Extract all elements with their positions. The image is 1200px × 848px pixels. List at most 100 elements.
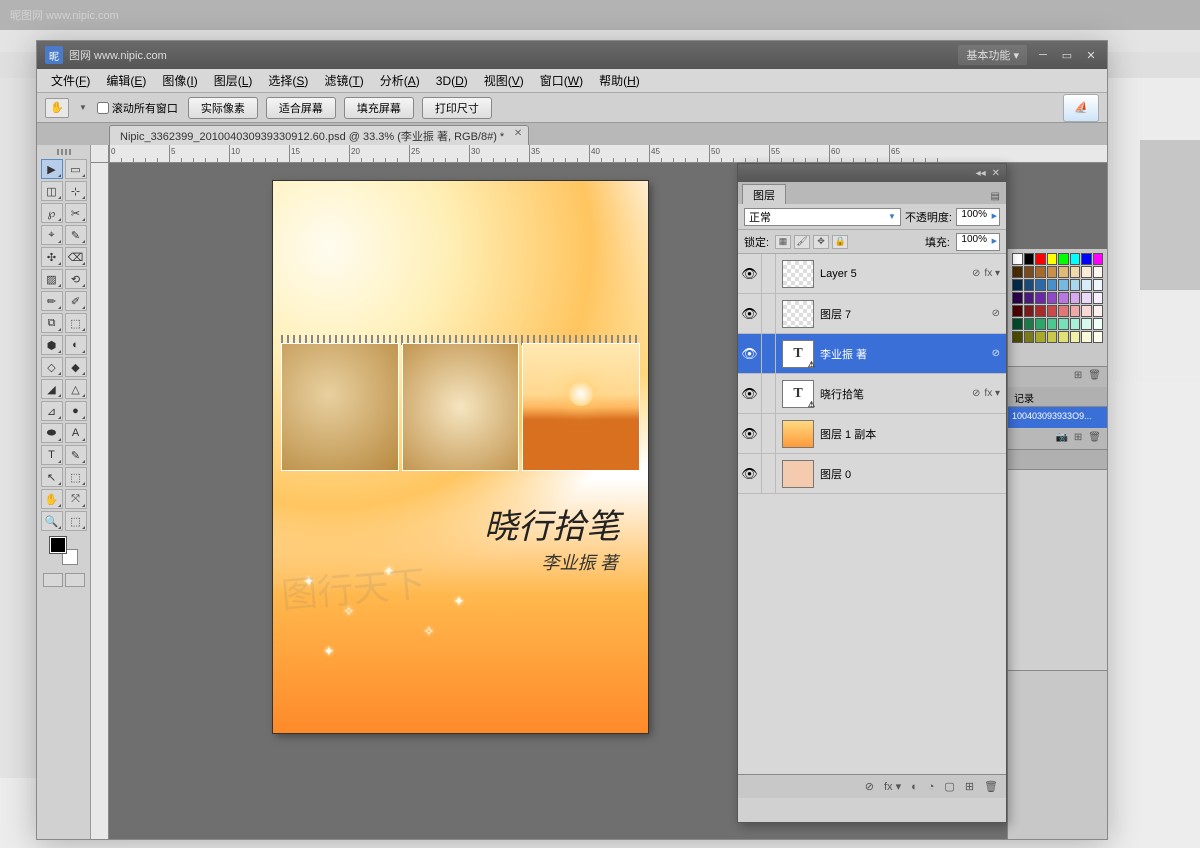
tool-4[interactable]: ℘	[41, 203, 63, 223]
swatch[interactable]	[1058, 266, 1069, 278]
tool-20[interactable]: ◢	[41, 379, 63, 399]
new-layer-icon[interactable]: ⊞	[965, 780, 974, 793]
swatch[interactable]	[1024, 292, 1035, 304]
tool-23[interactable]: ●	[65, 401, 87, 421]
lock-all-icon[interactable]: 🔒	[832, 235, 848, 249]
swatch[interactable]	[1093, 279, 1104, 291]
swatch[interactable]	[1012, 305, 1023, 317]
tool-2[interactable]: ◫	[41, 181, 63, 201]
history-delete-icon[interactable]: 🗑	[1088, 432, 1101, 446]
layer-thumbnail[interactable]	[782, 420, 814, 448]
tool-28[interactable]: ↖	[41, 467, 63, 487]
menu-h[interactable]: 帮助(H)	[591, 70, 648, 91]
swatch[interactable]	[1035, 318, 1046, 330]
swatch[interactable]	[1070, 253, 1081, 265]
layer-thumbnail[interactable]: ⚠	[782, 340, 814, 368]
swatch[interactable]	[1070, 266, 1081, 278]
tool-25[interactable]: A	[65, 423, 87, 443]
foreground-color-swatch[interactable]	[50, 537, 66, 553]
menu-s[interactable]: 选择(S)	[260, 70, 316, 91]
swatch[interactable]	[1093, 253, 1104, 265]
layer-row[interactable]: 👁图层 1 副本	[738, 414, 1006, 454]
option-button-0[interactable]: 实际像素	[188, 97, 258, 119]
tool-18[interactable]: ◇	[41, 357, 63, 377]
option-button-3[interactable]: 打印尺寸	[422, 97, 492, 119]
swatch[interactable]	[1012, 292, 1023, 304]
swatch[interactable]	[1081, 305, 1092, 317]
swatch[interactable]	[1012, 266, 1023, 278]
dropdown-arrow-icon[interactable]: ▼	[79, 103, 87, 112]
swatch[interactable]	[1012, 279, 1023, 291]
tool-24[interactable]: ⬬	[41, 423, 63, 443]
layer-name[interactable]: 图层 7	[820, 306, 992, 322]
layers-tab[interactable]: 图层	[742, 184, 786, 204]
tool-21[interactable]: △	[65, 379, 87, 399]
scroll-all-input[interactable]	[97, 102, 109, 114]
swatch[interactable]	[1058, 292, 1069, 304]
swatch[interactable]	[1058, 253, 1069, 265]
link-column[interactable]	[762, 414, 776, 453]
menu-i[interactable]: 图像(I)	[154, 70, 205, 91]
swatch[interactable]	[1024, 305, 1035, 317]
history-item[interactable]: 100403093933O9...	[1008, 407, 1107, 429]
link-column[interactable]	[762, 254, 776, 293]
swatch[interactable]	[1012, 253, 1023, 265]
layer-thumbnail[interactable]: ⚠	[782, 380, 814, 408]
swatch[interactable]	[1035, 266, 1046, 278]
tool-22[interactable]: ⊿	[41, 401, 63, 421]
swatch[interactable]	[1035, 331, 1046, 343]
history-tab[interactable]: 记录	[1008, 387, 1107, 407]
menu-w[interactable]: 窗口(W)	[532, 70, 591, 91]
fx-icon[interactable]: fx ▾	[984, 388, 1000, 399]
layer-mask-icon[interactable]: ◐	[911, 781, 918, 793]
swatch[interactable]	[1081, 253, 1092, 265]
link-icon[interactable]: ⊘	[992, 348, 1000, 359]
fill-input[interactable]: 100% ▶	[956, 233, 1000, 251]
standard-mode-button[interactable]	[43, 573, 63, 587]
tool-3[interactable]: ⊹	[65, 181, 87, 201]
swatch[interactable]	[1024, 279, 1035, 291]
visibility-icon[interactable]: 👁	[738, 374, 762, 413]
swatch[interactable]	[1047, 318, 1058, 330]
layer-name[interactable]: 李业振 著	[820, 346, 992, 362]
layer-row[interactable]: 👁图层 0	[738, 454, 1006, 494]
swatch[interactable]	[1093, 266, 1104, 278]
tool-32[interactable]: 🔍	[41, 511, 63, 531]
swatch[interactable]	[1093, 305, 1104, 317]
tool-15[interactable]: ⬚	[65, 313, 87, 333]
tool-5[interactable]: ✂	[65, 203, 87, 223]
lock-transparency-icon[interactable]: ▦	[775, 235, 791, 249]
menu-e[interactable]: 编辑(E)	[98, 70, 154, 91]
swatch[interactable]	[1047, 279, 1058, 291]
menu-t[interactable]: 滤镜(T)	[316, 70, 371, 91]
swatch[interactable]	[1070, 279, 1081, 291]
menu-f[interactable]: 文件(F)	[43, 70, 98, 91]
scroll-all-checkbox[interactable]: 滚动所有窗口	[97, 100, 178, 116]
swatch[interactable]	[1024, 318, 1035, 330]
panel-collapse-icon[interactable]: ◂◂	[976, 168, 986, 179]
option-button-1[interactable]: 适合屏幕	[266, 97, 336, 119]
layer-row[interactable]: 👁图层 7⊘	[738, 294, 1006, 334]
panel-titlebar[interactable]: ◂◂ ✕	[738, 164, 1006, 182]
link-column[interactable]	[762, 294, 776, 333]
lock-position-icon[interactable]: ✥	[813, 235, 829, 249]
menu-v[interactable]: 视图(V)	[476, 70, 532, 91]
tool-12[interactable]: ✏	[41, 291, 63, 311]
swatch[interactable]	[1093, 318, 1104, 330]
swatch[interactable]	[1035, 305, 1046, 317]
swatch[interactable]	[1093, 292, 1104, 304]
layer-name[interactable]: Layer 5	[820, 268, 972, 280]
tool-26[interactable]: T	[41, 445, 63, 465]
swatch[interactable]	[1070, 331, 1081, 343]
layer-row[interactable]: 👁⚠李业振 著⊘	[738, 334, 1006, 374]
vertical-ruler[interactable]	[91, 163, 109, 839]
color-swatches[interactable]	[50, 537, 78, 565]
visibility-icon[interactable]: 👁	[738, 414, 762, 453]
tool-17[interactable]: ◐	[65, 335, 87, 355]
swatch[interactable]	[1058, 331, 1069, 343]
swatch[interactable]	[1012, 318, 1023, 330]
menu-d[interactable]: 3D(D)	[428, 72, 476, 90]
swatch[interactable]	[1047, 253, 1058, 265]
tool-16[interactable]: ⬢	[41, 335, 63, 355]
blend-mode-select[interactable]: 正常 ▼	[744, 208, 901, 226]
